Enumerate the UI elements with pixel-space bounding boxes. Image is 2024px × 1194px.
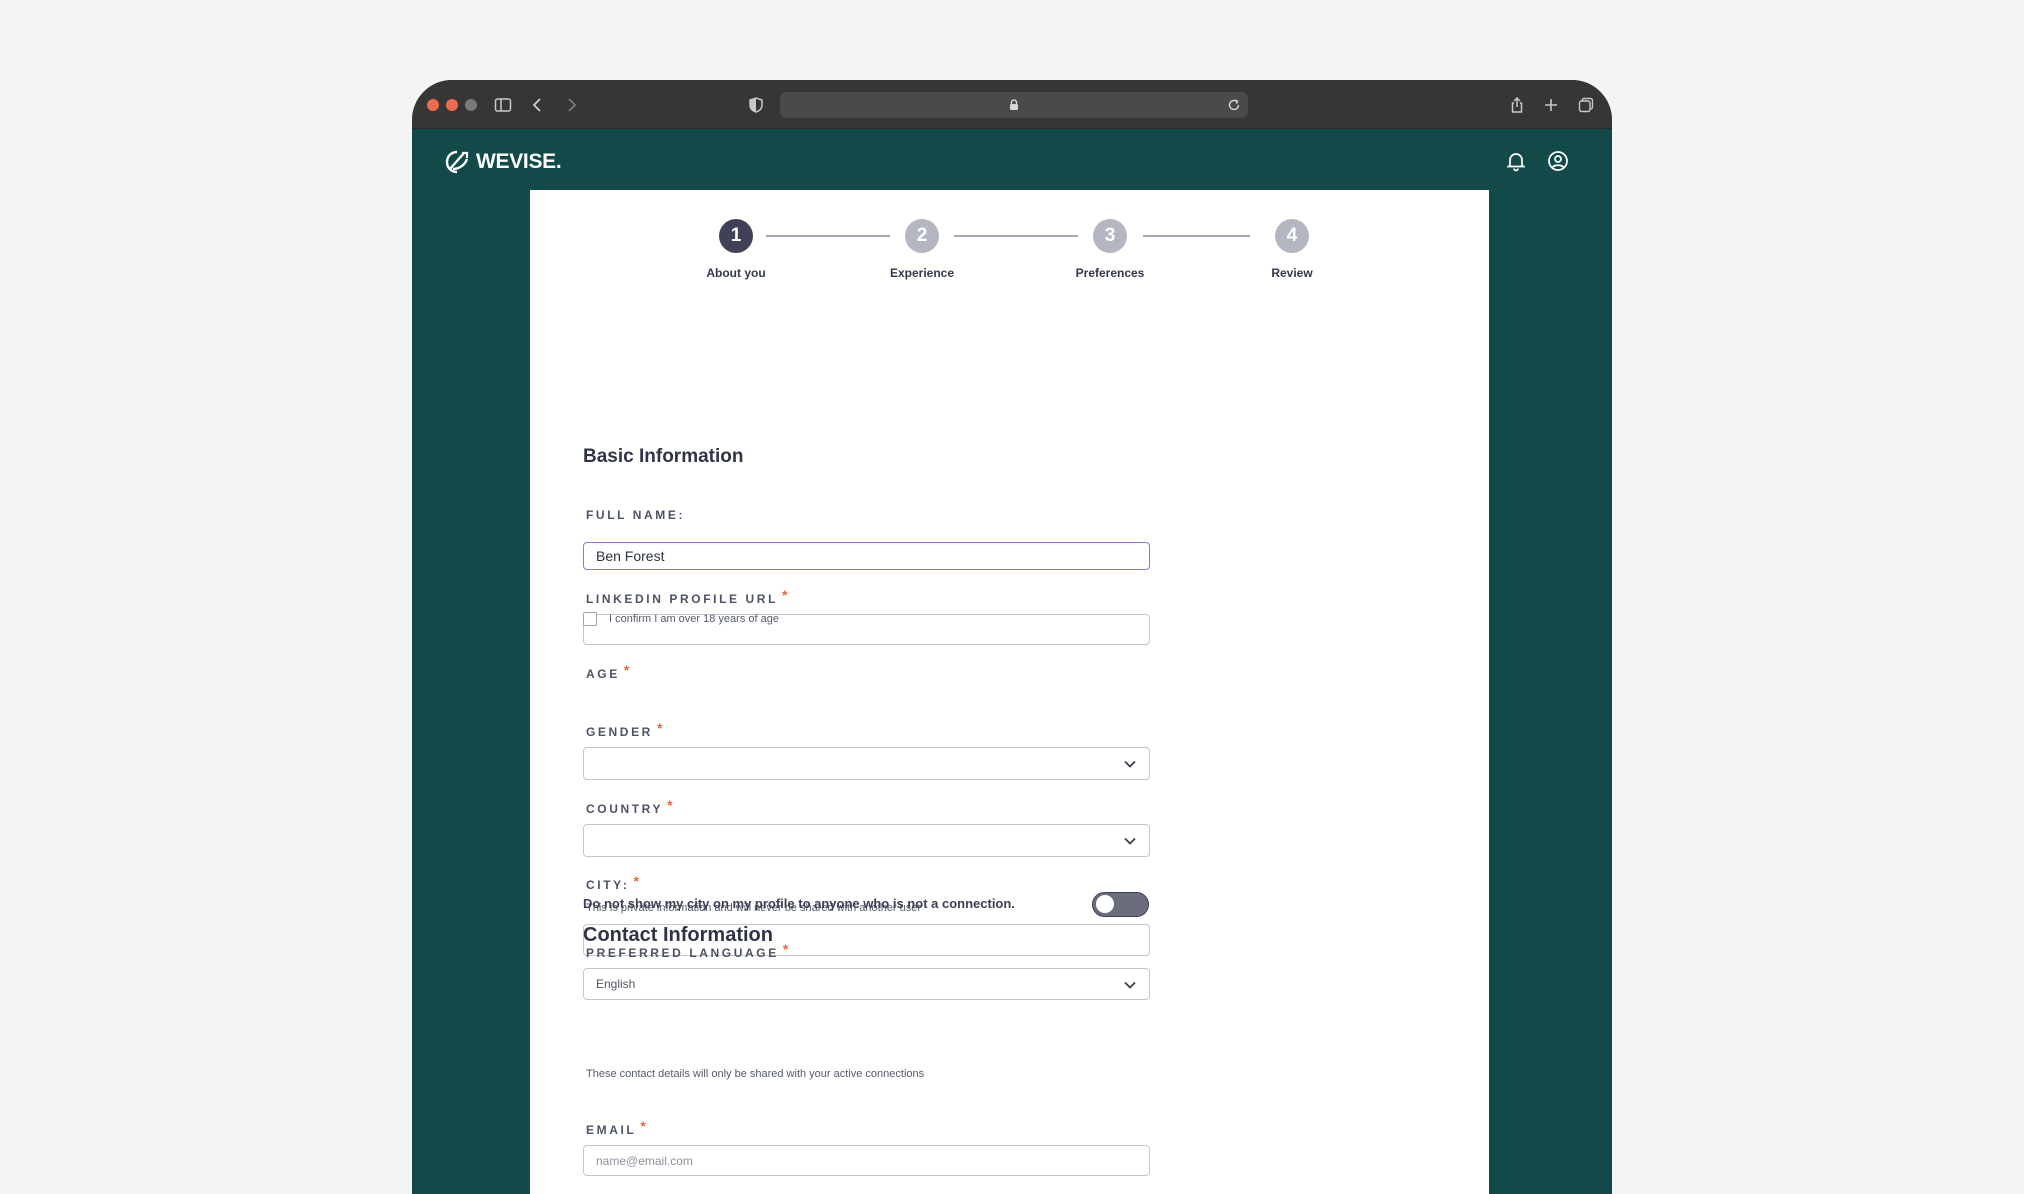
logo-icon <box>445 150 469 174</box>
language-value: English <box>596 977 636 991</box>
full-name-value: Ben Forest <box>596 548 665 564</box>
chevron-down-icon <box>1124 760 1136 768</box>
gender-select[interactable] <box>583 747 1150 780</box>
age-confirm-checkbox[interactable] <box>583 612 597 626</box>
step-connector <box>954 235 1078 237</box>
required-asterisk: * <box>667 797 673 813</box>
chevron-down-icon <box>1124 981 1136 989</box>
step-4-label: Review <box>1271 266 1313 280</box>
city-label: CITY: * <box>586 873 639 892</box>
sidebar-icon[interactable] <box>491 93 515 117</box>
shield-icon[interactable] <box>744 93 768 117</box>
contact-info-heading: Contact Information <box>583 924 773 946</box>
user-icon[interactable] <box>1546 149 1570 173</box>
url-bar[interactable] <box>780 92 1248 118</box>
step-4-circle[interactable]: 4 <box>1275 219 1309 253</box>
required-asterisk: * <box>640 1118 646 1134</box>
browser-window: WEVISE. 1 2 3 4 About you Experience Pre… <box>412 80 1612 1194</box>
required-asterisk: * <box>782 587 788 603</box>
hide-city-toggle[interactable] <box>1092 892 1149 917</box>
step-3-circle[interactable]: 3 <box>1093 219 1127 253</box>
required-asterisk: * <box>782 941 789 957</box>
email-label: EMAIL * <box>586 1118 646 1137</box>
lock-icon <box>1010 99 1018 110</box>
share-icon[interactable] <box>1505 93 1529 117</box>
full-name-label: FULL NAME: <box>586 508 686 522</box>
logo[interactable]: WEVISE. <box>444 149 562 175</box>
step-1-circle[interactable]: 1 <box>719 219 753 253</box>
step-3-label: Preferences <box>1075 266 1145 280</box>
basic-info-title: Basic Information <box>583 446 744 467</box>
bell-icon[interactable] <box>1504 149 1528 173</box>
age-label: AGE * <box>586 662 630 681</box>
plus-icon[interactable] <box>1539 93 1563 117</box>
step-connector <box>1143 235 1250 237</box>
chevron-down-icon <box>1124 837 1136 845</box>
onboarding-form: 1 2 3 4 About you Experience Preferences… <box>530 190 1489 1194</box>
tabs-icon[interactable] <box>1574 93 1598 117</box>
minimize-window-button[interactable] <box>446 99 458 111</box>
step-2-label: Experience <box>889 266 955 280</box>
hide-city-label: Do not show my city on my profile to any… <box>583 896 1015 911</box>
back-icon[interactable] <box>526 93 550 117</box>
maximize-window-button[interactable] <box>465 99 477 111</box>
toggle-knob <box>1096 895 1114 913</box>
email-placeholder: name@email.com <box>596 1153 693 1168</box>
close-window-button[interactable] <box>427 99 439 111</box>
country-label: COUNTRY * <box>586 797 673 816</box>
required-asterisk: * <box>633 873 639 889</box>
logo-text: WEVISE. <box>476 150 562 173</box>
linkedin-label: LINKEDIN PROFILE URL * <box>586 587 788 606</box>
step-connector <box>766 235 890 237</box>
reload-icon[interactable] <box>1226 97 1242 113</box>
app-header: WEVISE. <box>412 129 1612 190</box>
step-2-circle[interactable]: 2 <box>905 219 939 253</box>
progress-stepper: 1 2 3 4 About you Experience Preferences… <box>530 190 1489 290</box>
email-input[interactable]: name@email.com <box>583 1145 1150 1176</box>
required-asterisk: * <box>656 720 663 736</box>
required-asterisk: * <box>623 662 630 678</box>
age-confirm-label: I confirm I am over 18 years of age <box>609 613 779 625</box>
forward-icon[interactable] <box>559 93 583 117</box>
full-name-input[interactable]: Ben Forest <box>583 542 1150 570</box>
contact-subtitle: These contact details will only be share… <box>586 1068 925 1080</box>
browser-toolbar <box>412 80 1612 129</box>
gender-label: GENDER * <box>586 720 663 739</box>
country-select[interactable] <box>583 824 1150 857</box>
language-select[interactable]: English <box>583 968 1150 1000</box>
step-1-label: About you <box>706 266 766 280</box>
